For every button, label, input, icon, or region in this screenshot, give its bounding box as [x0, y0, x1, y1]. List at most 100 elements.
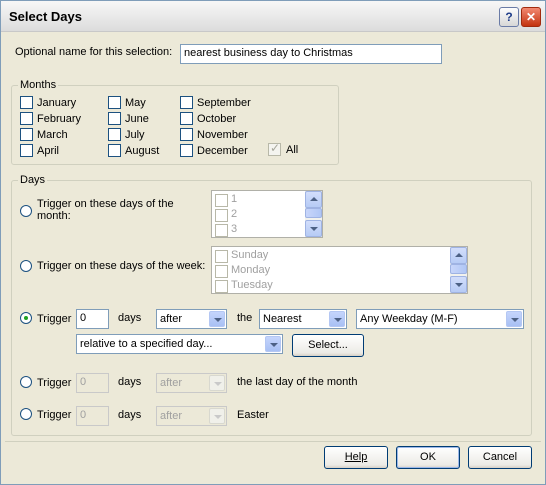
month-label-april: April — [37, 145, 60, 157]
month-checkbox-february[interactable] — [20, 112, 33, 125]
days-of-month-scrollbar[interactable] — [305, 191, 322, 237]
selection-name-input[interactable]: nearest business day to Christmas — [180, 44, 442, 64]
trigger1-which-select[interactable]: Nearest — [259, 309, 347, 329]
scroll-down-icon[interactable] — [305, 220, 322, 237]
trigger1-the-label: the — [237, 312, 253, 324]
list-item-label: Monday — [231, 264, 271, 276]
list-item-checkbox[interactable] — [215, 265, 228, 278]
scroll-up-icon[interactable] — [305, 191, 322, 208]
radio-trigger-month-end[interactable] — [20, 376, 32, 388]
month-checkbox-august[interactable] — [108, 144, 121, 157]
month-label-august: August — [125, 145, 160, 157]
month-checkbox-april[interactable] — [20, 144, 33, 157]
month-checkbox-january[interactable] — [20, 96, 33, 109]
trigger2-label: Trigger — [37, 377, 72, 389]
trigger3-suffix: Easter — [237, 409, 269, 421]
trigger1-kind-value: Any Weekday (M-F) — [360, 313, 458, 325]
trigger2-suffix: the last day of the month — [237, 376, 358, 388]
radio-trigger-easter[interactable] — [20, 408, 32, 420]
days-of-month-label-line1: Trigger on these days of the — [37, 198, 174, 210]
months-legend: Months — [18, 79, 59, 91]
chevron-down-icon[interactable] — [329, 311, 345, 327]
trigger1-days-input[interactable]: 0 — [76, 309, 109, 329]
trigger2-direction-select[interactable]: after — [156, 373, 227, 393]
scroll-thumb[interactable] — [450, 264, 467, 274]
trigger1-relative-value: relative to a specified day... — [80, 338, 213, 350]
month-label-september: September — [197, 97, 251, 109]
trigger1-kind-select[interactable]: Any Weekday (M-F) — [356, 309, 524, 329]
list-item-label: Tuesday — [231, 279, 273, 291]
scroll-down-icon[interactable] — [450, 276, 467, 293]
select-day-button[interactable]: Select... — [292, 334, 364, 357]
scroll-thumb[interactable] — [305, 208, 322, 218]
cancel-button[interactable]: Cancel — [468, 446, 532, 469]
trigger1-which-value: Nearest — [263, 313, 302, 325]
trigger3-direction-value: after — [160, 410, 183, 422]
chevron-down-icon[interactable] — [209, 408, 225, 424]
month-label-all: All — [286, 144, 299, 156]
radio-days-of-week[interactable] — [20, 260, 32, 272]
chevron-down-icon[interactable] — [209, 375, 225, 391]
days-of-month-label-line2: month: — [37, 210, 71, 222]
chevron-down-icon[interactable] — [265, 336, 281, 352]
list-item-checkbox[interactable] — [215, 250, 228, 263]
days-of-week-list[interactable]: Sunday Monday Tuesday — [211, 246, 468, 294]
month-checkbox-september[interactable] — [180, 96, 193, 109]
trigger3-direction-select[interactable]: after — [156, 406, 227, 426]
month-label-october: October — [197, 113, 237, 125]
chevron-down-icon[interactable] — [506, 311, 522, 327]
radio-days-of-month[interactable] — [20, 205, 32, 217]
list-item-checkbox[interactable] — [215, 280, 228, 293]
trigger1-days-label: days — [118, 312, 142, 324]
list-item-label: Sunday — [231, 249, 269, 261]
month-label-february: February — [37, 113, 82, 125]
month-checkbox-december[interactable] — [180, 144, 193, 157]
trigger1-label: Trigger — [37, 313, 72, 325]
dialog-title: Select Days — [9, 9, 82, 24]
list-item-label: 1 — [231, 193, 238, 205]
footer-divider — [5, 441, 541, 442]
title-bar: Select Days ? ✕ — [1, 1, 545, 32]
trigger3-days-label: days — [118, 409, 142, 421]
trigger3-days-input[interactable]: 0 — [76, 406, 109, 426]
trigger1-relative-select[interactable]: relative to a specified day... — [76, 334, 283, 354]
month-label-november: November — [197, 129, 248, 141]
close-title-button[interactable]: ✕ — [521, 7, 541, 27]
list-item-checkbox[interactable] — [215, 194, 228, 207]
month-checkbox-july[interactable] — [108, 128, 121, 141]
month-label-july: July — [125, 129, 145, 141]
list-item-checkbox[interactable] — [215, 209, 228, 222]
help-title-button[interactable]: ? — [499, 7, 519, 27]
trigger2-days-label: days — [118, 376, 142, 388]
month-label-march: March — [37, 129, 68, 141]
help-button-label: Help — [344, 451, 368, 463]
trigger2-days-input[interactable]: 0 — [76, 373, 109, 393]
help-button[interactable]: Help — [324, 446, 388, 469]
select-days-dialog: Select Days ? ✕ Optional name for this s… — [0, 0, 546, 485]
radio-trigger-relative[interactable] — [20, 312, 32, 324]
trigger1-direction-value: after — [160, 313, 183, 325]
chevron-down-icon[interactable] — [209, 311, 225, 327]
trigger1-direction-select[interactable]: after — [156, 309, 227, 329]
month-label-january: January — [37, 97, 77, 109]
question-icon: ? — [505, 10, 513, 24]
list-item-label: 2 — [231, 208, 238, 220]
month-checkbox-november[interactable] — [180, 128, 193, 141]
month-label-june: June — [125, 113, 149, 125]
ok-button[interactable]: OK — [396, 446, 460, 469]
days-of-week-label: Trigger on these days of the week: — [37, 260, 206, 272]
list-item-checkbox[interactable] — [215, 224, 228, 237]
trigger3-label: Trigger — [37, 409, 72, 421]
scroll-up-icon[interactable] — [450, 247, 467, 264]
days-of-month-list[interactable]: 1 2 3 — [211, 190, 323, 238]
month-checkbox-march[interactable] — [20, 128, 33, 141]
month-checkbox-may[interactable] — [108, 96, 121, 109]
days-of-week-scrollbar[interactable] — [450, 247, 467, 293]
name-field-label: Optional name for this selection: — [15, 46, 173, 58]
month-checkbox-june[interactable] — [108, 112, 121, 125]
month-checkbox-all[interactable]: ✓ — [268, 141, 281, 156]
list-item-label: 3 — [231, 223, 238, 235]
month-checkbox-october[interactable] — [180, 112, 193, 125]
checkmark-icon: ✓ — [270, 141, 281, 155]
trigger2-direction-value: after — [160, 377, 183, 389]
